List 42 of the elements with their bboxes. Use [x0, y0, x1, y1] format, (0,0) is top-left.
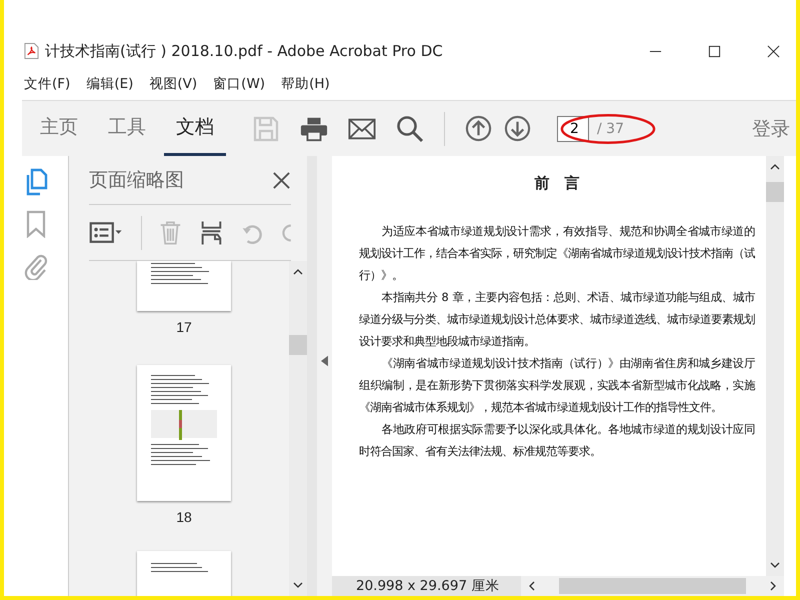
close-icon[interactable] [272, 170, 291, 190]
panel-title: 页面缩略图 [89, 168, 184, 193]
scroll-right-icon[interactable] [770, 581, 776, 591]
pages-icon[interactable] [24, 168, 48, 196]
scroll-down-icon[interactable] [293, 582, 303, 588]
scroll-up-icon[interactable] [293, 269, 303, 275]
menu-item[interactable]: 文件(F) [24, 75, 70, 93]
scroll-down-icon[interactable] [770, 562, 780, 568]
body-paragraph: 为适应本省城市绿道规划设计需求，有效指导、规范和协调全省城市绿道的规划设计工作，结合本省实际，研究制定《湖南省城市绿道规划设计技术指南（试行）》。 [359, 224, 755, 284]
body-paragraph: 各地政府可根据实际需要予以深化或具体化。各地城市绿道的规划设计应同时符合国家、省有关法律法规、标准规范等要求。 [359, 422, 755, 460]
body-paragraph: 本指南共分 8 章，主要内容包括：总则、术语、城市绿道功能与组成、城市绿道分级与分类、城市绿道规划设计总体要求、城市绿道选线、城市绿道要素规划设计要求和典型地段城市绿道指南。 [359, 290, 755, 350]
sign-in-link[interactable]: 登录 [752, 116, 790, 142]
maximize-icon[interactable] [708, 44, 721, 58]
nav-tab[interactable]: 工具 [96, 101, 158, 156]
nav-tab[interactable]: 主页 [28, 101, 90, 156]
page-size-label: 20.998 x 29.697 厘米 [355, 577, 500, 595]
menu-item[interactable]: 编辑(E) [86, 75, 134, 93]
search-icon[interactable] [396, 114, 424, 142]
pdf-file-icon [24, 42, 39, 60]
page-thumbnail[interactable] [137, 261, 231, 311]
paperclip-icon[interactable] [24, 252, 48, 280]
previous-page-icon[interactable] [465, 115, 492, 142]
menu-item[interactable]: 视图(V) [149, 75, 198, 93]
document-heading: 前 言 [534, 174, 580, 193]
menu-item[interactable]: 帮助(H) [281, 75, 330, 93]
close-icon[interactable] [767, 44, 780, 58]
next-page-icon[interactable] [504, 115, 531, 142]
menu-item[interactable]: 窗口(W) [213, 75, 266, 93]
scrollbar-thumb[interactable] [559, 578, 746, 594]
page-number-label: 18 [176, 509, 192, 525]
scroll-left-icon[interactable] [529, 581, 535, 591]
scroll-up-icon[interactable] [770, 164, 780, 170]
page-thumbnail[interactable] [137, 551, 231, 596]
window-title: 计技术指南(试行 ) 2018.10.pdf - Adobe Acrobat Pro DC [45, 42, 444, 60]
page-total: / 37 [597, 120, 624, 136]
body-paragraph: 《湖南省城市绿道规划设计技术指南（试行）》由湖南省住房和城乡建设厅组织编制，是在新形势下贯彻落实科学发展观，实践本省新型城市化战略，实施《湖南省城市体系规划》，规范本省城市绿道规划设计工作的指导性文件。 [359, 356, 755, 416]
insert-page-icon[interactable] [200, 218, 224, 246]
page-number-label: 17 [176, 319, 192, 335]
page-thumbnail[interactable] [137, 365, 231, 501]
scrollbar-thumb[interactable] [766, 182, 784, 202]
collapse-panel-icon[interactable] [321, 355, 328, 367]
scrollbar-thumb[interactable] [289, 335, 307, 355]
